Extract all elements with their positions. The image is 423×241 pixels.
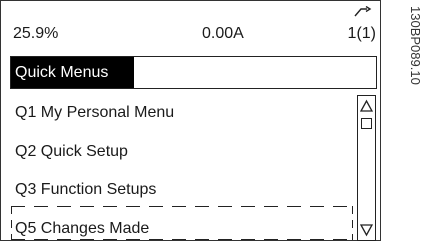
scrollbar-thumb[interactable] bbox=[361, 118, 372, 129]
rotation-direction-icon bbox=[354, 6, 372, 17]
figure-id-label: 130BP089.10 bbox=[408, 6, 420, 85]
menu-item-q2[interactable]: Q2 Quick Setup bbox=[15, 143, 128, 161]
scrollbar[interactable] bbox=[357, 95, 376, 241]
menu-item-q1[interactable]: Q1 My Personal Menu bbox=[15, 104, 174, 122]
menu-item-q3[interactable]: Q3 Function Setups bbox=[15, 181, 156, 199]
status-middle-value: 0.00A bbox=[202, 25, 244, 42]
status-right-value: 1(1) bbox=[347, 25, 376, 42]
status-left-value: 25.9% bbox=[13, 25, 59, 42]
menu-title: Quick Menus bbox=[15, 64, 109, 81]
lcp-display: 25.9% 0.00A 1(1) Quick Menus Q1 My Perso… bbox=[0, 0, 381, 241]
scroll-down-arrow-icon[interactable] bbox=[360, 223, 373, 237]
figure-id-text: 130BP089.10 bbox=[408, 6, 420, 85]
menu-title-bar: Quick Menus bbox=[10, 56, 377, 89]
scroll-up-arrow-icon[interactable] bbox=[360, 99, 373, 113]
menu-item-q5[interactable]: Q5 Changes Made bbox=[15, 220, 149, 238]
status-bar: 25.9% 0.00A 1(1) bbox=[1, 1, 382, 45]
